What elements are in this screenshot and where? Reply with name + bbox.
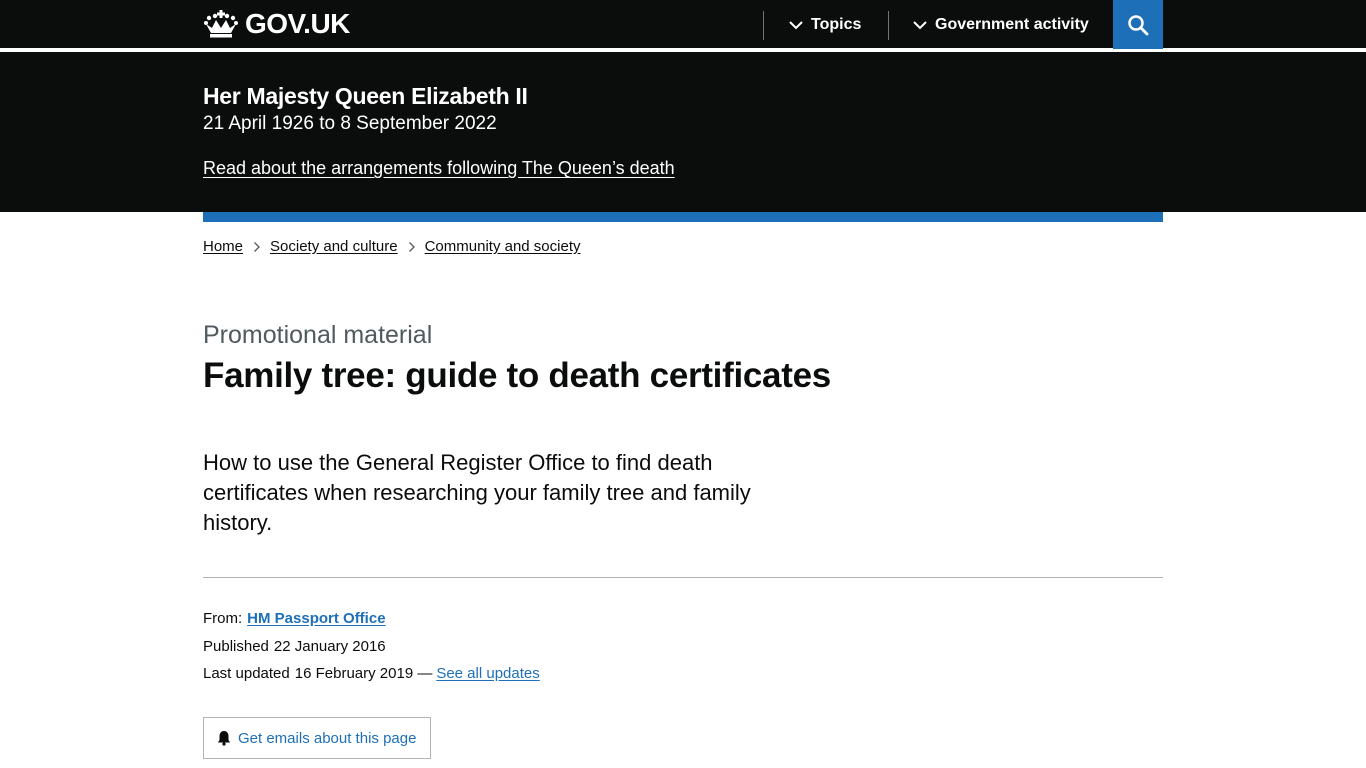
page-lead-paragraph: How to use the General Register Office t… — [203, 450, 751, 535]
nav-government-activity-button[interactable]: Government activity — [913, 0, 1089, 49]
breadcrumb-home[interactable]: Home — [203, 238, 243, 255]
crown-icon — [204, 10, 238, 38]
breadcrumb: Home Society and culture Community and s… — [203, 238, 581, 255]
memorial-banner: Her Majesty Queen Elizabeth II 21 April … — [0, 52, 1366, 212]
logo-text: GOV.UK — [245, 8, 350, 39]
header-blue-bar — [203, 212, 1163, 222]
from-label: From: — [203, 610, 243, 627]
updated-label: Last updated — [203, 665, 290, 682]
govuk-logo-link[interactable]: GOV.UK — [203, 8, 350, 40]
section-divider — [203, 577, 1163, 578]
chevron-down-icon — [913, 20, 927, 29]
banner-title: Her Majesty Queen Elizabeth II — [203, 83, 528, 109]
chevron-right-icon — [253, 241, 261, 253]
get-emails-button[interactable]: Get emails about this page — [203, 717, 431, 759]
metadata-published: Published 22 January 2016 — [203, 638, 386, 655]
nav-topics-button[interactable]: Topics — [789, 0, 861, 49]
search-icon — [1128, 14, 1149, 35]
search-toggle-button[interactable] — [1113, 0, 1163, 49]
bell-icon — [218, 731, 230, 746]
page-title: Family tree: guide to death certificates — [203, 356, 831, 395]
site-header: GOV.UK Topics Government activity — [0, 0, 1366, 50]
nav-divider — [888, 11, 889, 40]
nav-government-activity-label: Government activity — [935, 15, 1089, 33]
chevron-down-icon — [789, 20, 803, 29]
breadcrumb-society-and-culture[interactable]: Society and culture — [270, 238, 398, 255]
see-all-updates-link[interactable]: See all updates — [436, 665, 539, 682]
chevron-right-icon — [408, 241, 416, 253]
nav-divider — [763, 11, 764, 40]
published-label: Published — [203, 638, 269, 655]
breadcrumb-community-and-society[interactable]: Community and society — [425, 238, 581, 255]
published-date: 22 January 2016 — [273, 638, 386, 655]
metadata-updated: Last updated 16 February 2019 — See all … — [203, 665, 540, 682]
nav-topics-label: Topics — [811, 15, 862, 33]
updated-date: 16 February 2019 — — [294, 665, 433, 682]
metadata-from: From: HM Passport Office — [203, 610, 386, 627]
document-type-caption: Promotional material — [203, 321, 433, 349]
banner-arrangements-link[interactable]: Read about the arrangements following Th… — [203, 158, 675, 179]
banner-dates: 21 April 1926 to 8 September 2022 — [203, 113, 497, 134]
get-emails-label: Get emails about this page — [238, 729, 417, 747]
organisation-link[interactable]: HM Passport Office — [247, 610, 385, 627]
